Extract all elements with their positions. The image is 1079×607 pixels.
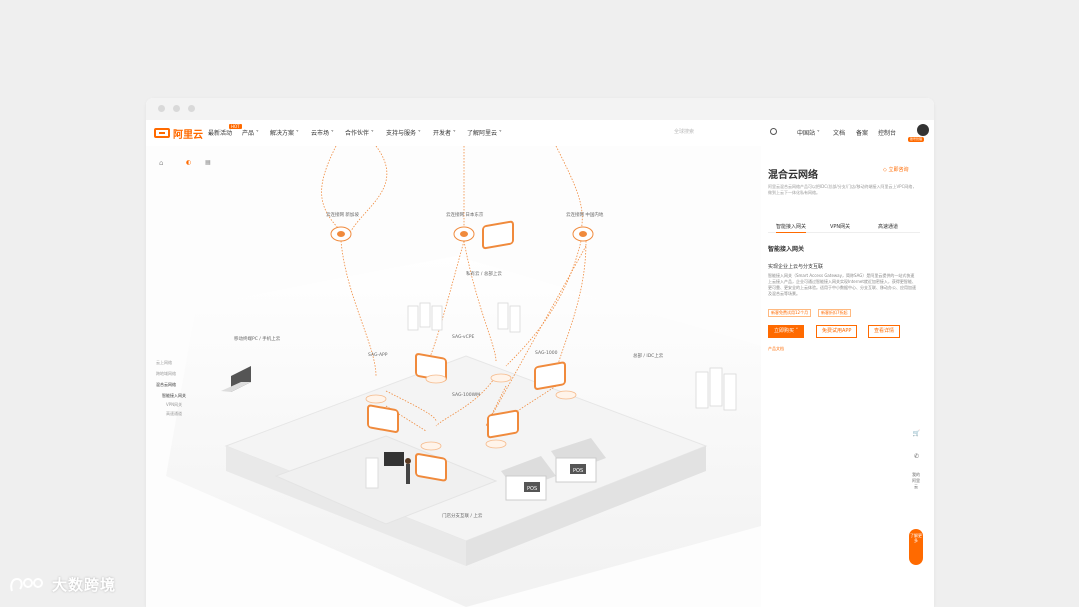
cloud-node-china	[572, 226, 594, 242]
panel-tabs: 智能接入网关 VPN网关 高速通道	[768, 220, 920, 233]
label-private-cloud: 私有云 / 总部上云	[466, 270, 502, 277]
my-aliyun-link[interactable]: 我的阿里云	[912, 472, 920, 520]
nav-item-support[interactable]: 支持与服务 ˅	[386, 128, 421, 137]
tab-vpn[interactable]: VPN网关	[830, 223, 850, 230]
nav-docs[interactable]: 文档	[833, 128, 845, 137]
nav-console[interactable]: 控制台	[878, 128, 896, 137]
nav-item-solutions-label: 解决方案	[270, 130, 295, 137]
legend-sub-vpn[interactable]: VPN网关	[166, 402, 182, 408]
nav-item-partners-label: 合作伙伴	[345, 130, 370, 137]
aliyun-logo[interactable]: 阿里云	[154, 126, 203, 141]
buy-button-label: 立即购买	[774, 328, 795, 334]
watermark-logo-icon	[8, 575, 48, 595]
legend-cross-region[interactable]: 跨地域网络	[156, 371, 176, 377]
diagram-svg: 云连接网 新加坡 云连接网 日本东京 云连接网 中国内地 SAG-APP SAG…	[166, 145, 761, 607]
label-idc: 总部 / IDC上云	[633, 352, 664, 359]
buy-button[interactable]: 立即购买 ˅	[768, 325, 805, 338]
label-sag-app: SAG-APP	[368, 352, 388, 358]
logo-text: 阿里云	[173, 129, 203, 141]
panel-title: 混合云网络	[768, 170, 818, 181]
nav-item-products-label: 产品	[242, 130, 255, 137]
nav-item-support-label: 支持与服务	[386, 130, 417, 137]
nav-region[interactable]: 中国站 ˅	[797, 128, 820, 137]
home-icon[interactable]: ⌂	[159, 159, 163, 167]
label-sag-100wm: SAG-100WM	[452, 392, 480, 398]
grid-icon[interactable]: ▦	[205, 159, 211, 166]
legend-hybrid-cloud[interactable]: 混合云网络	[156, 382, 176, 388]
pos-label-1: POS	[527, 486, 537, 492]
architecture-diagram: 云连接网 新加坡 云连接网 日本东京 云连接网 中国内地 SAG-APP SAG…	[146, 145, 761, 607]
promo-tag-discount[interactable]: 新客折扣7折起	[818, 309, 851, 317]
section-text: 智能接入网关（Smart Access Gateway，简称SAG）是阿里云提供…	[768, 273, 916, 296]
section-heading: 实现企业上云与分支互联	[768, 264, 824, 270]
search-icon[interactable]	[770, 128, 777, 135]
search-input[interactable]: 全球搜索	[674, 124, 778, 140]
tab-express[interactable]: 高速通道	[878, 223, 898, 230]
watermark-logo-svg	[10, 577, 43, 591]
label-sag-1000: SAG-1000	[535, 350, 558, 356]
legend-sub-express[interactable]: 高速通道	[166, 411, 182, 417]
nav-item-latest[interactable]: 最新活动	[208, 128, 232, 137]
hot-badge: HOT	[229, 124, 242, 129]
cloud-node-singapore	[330, 226, 352, 242]
window-maximize-dot[interactable]	[188, 105, 195, 112]
nav-item-developer-label: 开发者	[433, 130, 452, 137]
watermark: 大数跨境	[8, 574, 116, 595]
nav-item-about[interactable]: 了解阿里云 ˅	[467, 128, 502, 137]
watermark-text: 大数跨境	[52, 576, 117, 594]
nav-item-developer[interactable]: 开发者 ˅	[433, 128, 456, 137]
cloud-label-china: 云连接网 中国内地	[566, 211, 604, 218]
layer-icon[interactable]: ◐	[186, 159, 191, 166]
top-navbar: 阿里云 最新活动 HOT 产品 ˅ 解决方案 ˅ 云市场 ˅ 合作伙伴 ˅ 支持…	[146, 120, 934, 147]
nav-item-products[interactable]: 产品 ˅	[242, 128, 259, 137]
legend-sub-sag[interactable]: 智能接入网关	[162, 393, 186, 399]
window-minimize-dot[interactable]	[173, 105, 180, 112]
nav-item-market[interactable]: 云市场 ˅	[311, 128, 334, 137]
consult-label: 立即咨询	[888, 167, 909, 173]
phone-icon[interactable]: ✆	[912, 452, 921, 461]
cloud-label-tokyo: 云连接网 日本东京	[446, 211, 484, 218]
view-details-button[interactable]: 查看详情	[868, 325, 901, 338]
legend-cloud-network[interactable]: 云上网络	[156, 360, 172, 366]
window-close-dot[interactable]	[158, 105, 165, 112]
floating-consult-button[interactable]: 了解更多	[909, 529, 923, 565]
product-doc-link[interactable]: 产品文档	[768, 346, 784, 352]
consult-link[interactable]: ◇ 立即咨询	[883, 166, 908, 173]
section-title: 智能接入网关	[768, 246, 805, 253]
nav-item-partners[interactable]: 合作伙伴 ˅	[345, 128, 374, 137]
pos-label-2: POS	[573, 468, 583, 474]
cloud-node-tokyo	[453, 226, 475, 242]
window-titlebar	[146, 98, 934, 120]
tab-sag[interactable]: 智能接入网关	[776, 223, 807, 233]
server-racks-idc	[695, 367, 737, 411]
browser-window: 阿里云 最新活动 HOT 产品 ˅ 解决方案 ˅ 云市场 ˅ 合作伙伴 ˅ 支持…	[146, 98, 934, 607]
free-trial-button[interactable]: 免费试用APP	[816, 325, 858, 338]
nav-region-label: 中国站	[797, 130, 816, 137]
label-mobile: 移动终端PC / 手机上云	[234, 335, 281, 342]
label-sag-vcpe: SAG-vCPE	[452, 334, 474, 340]
avatar-badge: 账号管理	[908, 137, 925, 142]
aliyun-logo-icon	[154, 128, 170, 138]
cloud-label-singapore: 云连接网 新加坡	[326, 211, 359, 218]
label-store: 门店分支互联 / 上云	[442, 512, 483, 519]
nav-item-market-label: 云市场	[311, 130, 330, 137]
promo-tag-trial[interactable]: 新客免费试用12个月	[768, 309, 812, 317]
nav-icp[interactable]: 备案	[856, 128, 868, 137]
nav-item-about-label: 了解阿里云	[467, 130, 498, 137]
nav-item-solutions[interactable]: 解决方案 ˅	[270, 128, 299, 137]
cart-icon[interactable]: 🛒	[912, 429, 921, 438]
panel-description: 阿里云混合云网络产品可以把IDC/总部/分支/门店/移动终端接入阿里云上VPC网…	[768, 184, 917, 195]
user-avatar[interactable]	[917, 124, 929, 136]
